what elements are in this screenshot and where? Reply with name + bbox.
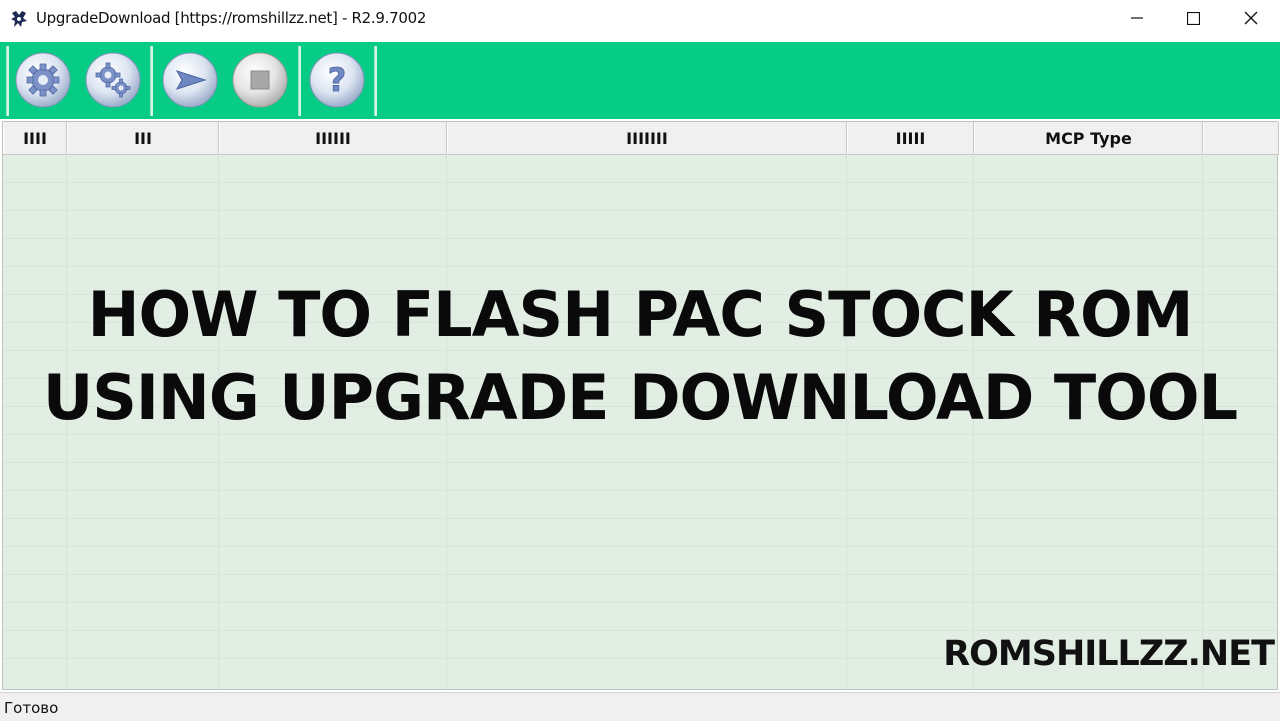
gears-icon — [85, 52, 141, 108]
app-icon — [11, 11, 27, 27]
grid-line — [3, 210, 1277, 211]
toolbar-separator — [374, 46, 377, 116]
column-header-mcp-type[interactable]: MCP Type — [974, 122, 1203, 154]
toolbar-separator — [150, 46, 153, 116]
column-header[interactable]: IIII — [3, 122, 67, 154]
column-header[interactable]: III — [67, 122, 219, 154]
grid-line — [3, 238, 1277, 239]
grid-line — [3, 546, 1277, 547]
status-text: Готово — [4, 699, 59, 717]
grid-line — [3, 266, 1277, 267]
start-download-button[interactable] — [161, 51, 219, 109]
grid-line — [3, 574, 1277, 575]
title-bar: UpgradeDownload [https://romshillzz.net]… — [0, 0, 1280, 40]
settings-button[interactable] — [84, 51, 142, 109]
close-icon — [1244, 11, 1258, 25]
close-button[interactable] — [1222, 0, 1280, 36]
play-arrow-icon — [162, 52, 218, 108]
toolbar-separator — [6, 46, 9, 116]
window-title: UpgradeDownload [https://romshillzz.net]… — [36, 9, 427, 27]
headline-line-2: USING UPGRADE DOWNLOAD TOOL — [42, 361, 1238, 434]
question-icon: ? — [309, 52, 365, 108]
load-packet-button[interactable] — [14, 51, 72, 109]
stop-download-button[interactable] — [231, 51, 289, 109]
column-header[interactable]: IIIII — [847, 122, 974, 154]
stop-icon — [232, 52, 288, 108]
help-button[interactable]: ? — [308, 51, 366, 109]
grid-line — [3, 490, 1277, 491]
grid-line — [3, 518, 1277, 519]
gear-icon — [15, 52, 71, 108]
minimize-button[interactable] — [1108, 0, 1166, 36]
brand-watermark: ROMSHILLZZ.NET — [943, 634, 1275, 674]
grid-line — [3, 602, 1277, 603]
list-header: IIII III IIIIII IIIIIII IIIII MCP Type — [3, 122, 1279, 155]
svg-text:?: ? — [328, 61, 347, 99]
grid-line — [3, 434, 1277, 435]
grid-line — [3, 630, 1277, 631]
column-header[interactable]: IIIIII — [219, 122, 447, 154]
toolbar-separator — [298, 46, 301, 116]
status-bar: Готово — [0, 692, 1280, 721]
column-header[interactable]: IIIIIII — [447, 122, 847, 154]
column-header[interactable] — [1203, 122, 1279, 154]
minimize-icon — [1131, 17, 1143, 19]
maximize-icon — [1186, 11, 1200, 25]
grid-line — [3, 182, 1277, 183]
maximize-button[interactable] — [1164, 0, 1222, 36]
toolbar: ? — [0, 42, 1280, 119]
headline-line-1: HOW TO FLASH PAC STOCK ROM — [87, 278, 1194, 351]
grid-line — [3, 462, 1277, 463]
